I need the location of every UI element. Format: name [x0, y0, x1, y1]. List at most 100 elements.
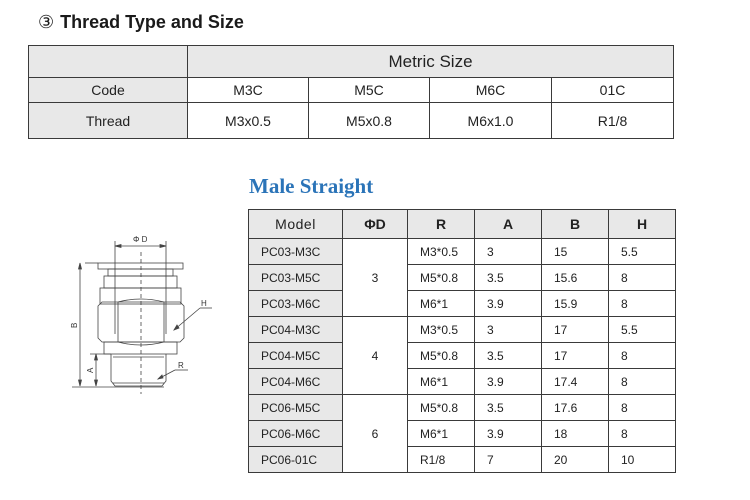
r-cell: M5*0.8: [407, 264, 475, 291]
code-cell: M5C: [308, 77, 430, 103]
model-cell: PC04-M5C: [248, 342, 343, 369]
b-label: B: [70, 323, 79, 328]
code-cell: M6C: [429, 77, 552, 103]
collet-neck: [107, 268, 174, 277]
r-cell: M6*1: [407, 420, 475, 447]
arrow-icon: [77, 262, 83, 270]
thread-cell: M6x1.0: [429, 102, 552, 139]
a-cell: 3.9: [474, 420, 542, 447]
arrow-icon: [173, 324, 180, 331]
arrow-icon: [77, 379, 83, 387]
table-row: PC04-M5C M5*0.8 3.5 17 8: [248, 342, 676, 369]
model-cell: PC04-M3C: [248, 316, 343, 343]
model-cell: PC06-M6C: [248, 420, 343, 447]
row-label-thread: Thread: [28, 102, 188, 139]
section-title-text: Thread Type and Size: [60, 12, 244, 32]
arrow-icon: [114, 243, 122, 249]
thread-cell: R1/8: [550, 102, 675, 139]
phi-d-cell: 6: [342, 394, 408, 473]
column-header-a: A: [474, 209, 542, 239]
b-cell: 15.6: [541, 264, 609, 291]
h-cell: 8: [608, 342, 676, 369]
table-row: PC04-M6C M6*1 3.9 17.4 8: [248, 368, 676, 395]
phi-d-label: Φ D: [133, 235, 148, 244]
h-cell: 10: [608, 446, 676, 473]
a-label: A: [86, 367, 95, 373]
arrow-icon: [156, 374, 164, 380]
b-cell: 17: [541, 316, 609, 343]
table-header-row: Model ΦD R A B H: [248, 209, 676, 239]
h-cell: 8: [608, 420, 676, 447]
model-cell: PC03-M5C: [248, 264, 343, 291]
thread-cell: M5x0.8: [308, 102, 430, 139]
arrow-icon: [159, 243, 167, 249]
column-header-phi-d: ΦD: [342, 209, 408, 239]
a-cell: 3: [474, 238, 542, 265]
a-cell: 7: [474, 446, 542, 473]
column-header-h: H: [608, 209, 676, 239]
a-cell: 3.5: [474, 394, 542, 421]
table-row: PC03-M6C M6*1 3.9 15.9 8: [248, 290, 676, 317]
r-cell: M3*0.5: [407, 316, 475, 343]
b-cell: 17.6: [541, 394, 609, 421]
table-row: PC06-01C R1/8 7 20 10: [248, 446, 676, 473]
product-title: Male Straight: [249, 174, 374, 198]
code-cell: 01C: [550, 77, 675, 103]
r-cell: M5*0.8: [407, 394, 475, 421]
b-cell: 17: [541, 342, 609, 369]
h-cell: 8: [608, 264, 676, 291]
thread-table-corner-cell: [28, 45, 188, 78]
b-cell: 15.9: [541, 290, 609, 317]
r-label: R: [178, 361, 184, 370]
arrow-icon: [93, 379, 99, 387]
table-row: PC03-M3C 3 M3*0.5 3 15 5.5: [248, 238, 676, 317]
thread-size-table: Metric Size Code M3C M5C M6C 01C Thread …: [28, 45, 675, 139]
phi-d-cell: 3: [342, 238, 408, 317]
phi-d-cell: 4: [342, 316, 408, 395]
model-cell: PC06-01C: [248, 446, 343, 473]
a-cell: 3.9: [474, 290, 542, 317]
h-cell: 5.5: [608, 316, 676, 343]
thread-section: [110, 354, 167, 387]
h-cell: 8: [608, 290, 676, 317]
column-header-b: B: [541, 209, 609, 239]
a-cell: 3.9: [474, 368, 542, 395]
lower-ring: [103, 341, 178, 355]
b-cell: 20: [541, 446, 609, 473]
section-number: ③: [38, 12, 55, 32]
h-cell: 8: [608, 368, 676, 395]
table-row: PC06-M6C M6*1 3.9 18 8: [248, 420, 676, 447]
r-cell: M3*0.5: [407, 238, 475, 265]
collet-flange: [97, 262, 184, 270]
r-cell: R1/8: [407, 446, 475, 473]
model-cell: PC06-M5C: [248, 394, 343, 421]
thread-cell: M3x0.5: [187, 102, 309, 139]
column-header-r: R: [407, 209, 475, 239]
b-cell: 18: [541, 420, 609, 447]
code-cell: M3C: [187, 77, 309, 103]
model-cell: PC03-M6C: [248, 290, 343, 317]
table-row: PC04-M3C 4 M3*0.5 3 17 5.5: [248, 316, 676, 395]
r-cell: M5*0.8: [407, 342, 475, 369]
h-label: H: [201, 299, 207, 308]
b-cell: 17.4: [541, 368, 609, 395]
arrow-icon: [93, 353, 99, 361]
metric-size-header: Metric Size: [186, 45, 675, 78]
table-row: PC03-M5C M5*0.8 3.5 15.6 8: [248, 264, 676, 291]
r-cell: M6*1: [407, 290, 475, 317]
a-cell: 3.5: [474, 264, 542, 291]
model-cell: PC03-M3C: [248, 238, 343, 265]
table-row: PC06-M5C 6 M5*0.8 3.5 17.6 8: [248, 394, 676, 473]
a-cell: 3: [474, 316, 542, 343]
h-cell: 5.5: [608, 238, 676, 265]
h-cell: 8: [608, 394, 676, 421]
column-header-model: Model: [248, 209, 343, 239]
model-cell: PC04-M6C: [248, 368, 343, 395]
b-cell: 15: [541, 238, 609, 265]
r-cell: M6*1: [407, 368, 475, 395]
a-cell: 3.5: [474, 342, 542, 369]
row-label-code: Code: [28, 77, 188, 103]
section-title: ③ Thread Type and Size: [38, 12, 244, 33]
male-straight-fitting-drawing: Φ D B A H R: [70, 235, 212, 394]
male-straight-spec-table: Model ΦD R A B H PC03-M3C 3 M3*0.5 3 15 …: [248, 209, 676, 473]
